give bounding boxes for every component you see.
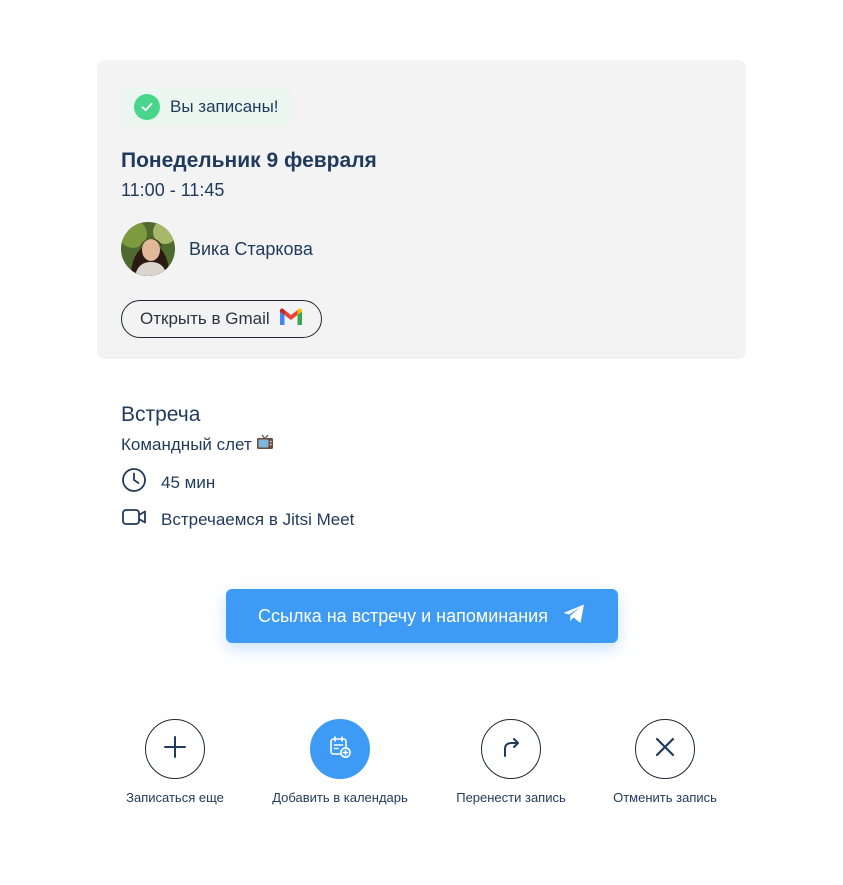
- book-again-button[interactable]: Записаться еще: [85, 719, 265, 805]
- check-circle-icon: [134, 94, 160, 120]
- booking-card: Вы записаны! Понедельник 9 февраля 11:00…: [97, 60, 746, 359]
- duration-row: 45 мин: [121, 467, 215, 498]
- gmail-icon: [279, 308, 303, 331]
- add-to-calendar-label: Добавить в календарь: [272, 790, 408, 805]
- open-gmail-button[interactable]: Открыть в Gmail: [121, 300, 322, 338]
- avatar: [121, 222, 175, 276]
- booking-time: 11:00 - 11:45: [121, 180, 225, 200]
- event-type: Встреча: [121, 403, 201, 426]
- book-again-circle[interactable]: [145, 719, 205, 779]
- cancel-booking-circle[interactable]: [635, 719, 695, 779]
- calendar-add-icon: [328, 735, 352, 764]
- add-to-calendar-button[interactable]: Добавить в календарь: [250, 719, 430, 805]
- reschedule-button[interactable]: Перенести запись: [421, 719, 601, 805]
- host-row: Вика Старкова: [121, 222, 313, 276]
- status-text: Вы записаны!: [170, 97, 279, 116]
- event-name-row: Командный слет: [121, 434, 274, 455]
- open-gmail-label: Открыть в Gmail: [140, 309, 270, 328]
- duration-text: 45 мин: [161, 472, 216, 492]
- book-again-label: Записаться еще: [126, 790, 224, 805]
- tv-icon: [256, 434, 274, 455]
- cancel-booking-label: Отменить запись: [613, 790, 717, 805]
- location-row: Встречаемся в Jitsi Meet: [121, 504, 354, 535]
- clock-icon: [121, 467, 147, 498]
- booking-date: Понедельник 9 февраля: [121, 149, 377, 172]
- telegram-reminders-button[interactable]: Ссылка на встречу и напоминания: [226, 589, 618, 643]
- close-icon: [653, 735, 677, 764]
- host-name: Вика Старкова: [189, 238, 313, 259]
- event-name: Командный слет: [121, 434, 252, 454]
- telegram-icon: [562, 603, 586, 630]
- plus-icon: [163, 735, 187, 764]
- add-to-calendar-circle[interactable]: [310, 719, 370, 779]
- telegram-reminders-label: Ссылка на встречу и напоминания: [258, 605, 548, 626]
- status-badge: Вы записаны!: [121, 88, 291, 126]
- location-text: Встречаемся в Jitsi Meet: [161, 509, 355, 529]
- reschedule-label: Перенести запись: [456, 790, 566, 805]
- cancel-booking-button[interactable]: Отменить запись: [575, 719, 755, 805]
- redirect-arrow-icon: [499, 735, 523, 764]
- reschedule-circle[interactable]: [481, 719, 541, 779]
- video-camera-icon: [121, 504, 147, 535]
